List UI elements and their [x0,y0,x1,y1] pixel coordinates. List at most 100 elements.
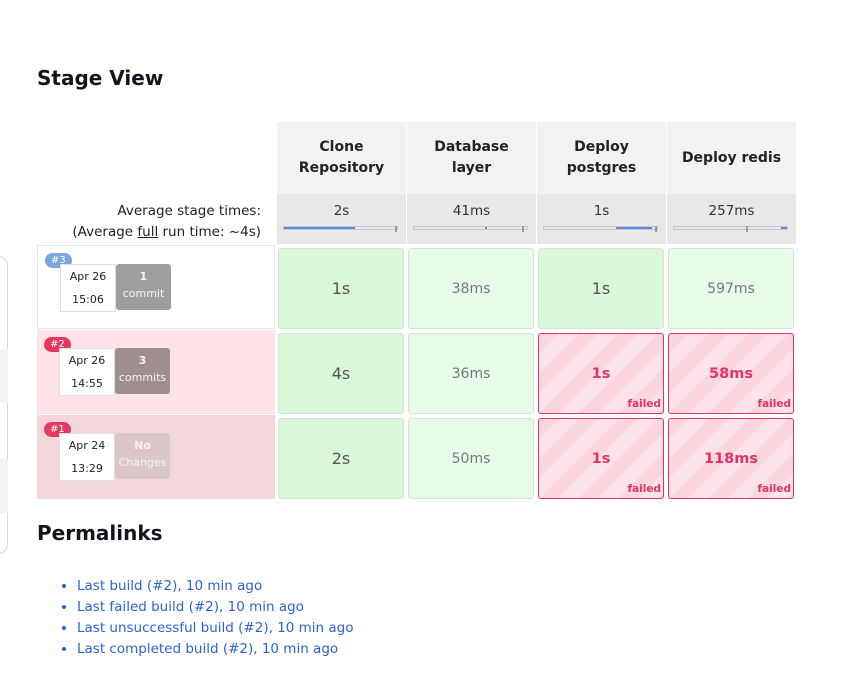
stage-failed-label: failed [627,483,662,495]
stage-cell-success[interactable]: 597ms [668,248,794,329]
avg-time-bar-mark [654,226,657,232]
permalinks-title: Permalinks [37,521,163,545]
stage-header-line1: Database [434,139,509,155]
build-date-time: 14:55 [71,377,103,390]
permalink-item: Last unsuccessful build (#2), 10 min ago [77,618,354,639]
avg-time-deploy-postgres: 1s [536,194,666,244]
stage-cell-success[interactable]: 36ms [408,333,534,414]
permalink-last-failed-build[interactable]: Last failed build (#2), 10 min ago [77,599,304,615]
build-date-time: 13:29 [71,462,103,475]
stage-duration: 1s [591,279,611,298]
build-date-day: Apr 24 [68,439,106,452]
avg-time-bar [543,226,658,232]
build-date: Apr 26 14:55 [59,348,115,396]
stage-failed-label: failed [757,483,792,495]
stage-header-database-layer: Database layer [406,122,536,194]
stage-header-line1: Deploy redis [681,149,782,166]
stage-failed-label: failed [627,398,662,410]
stage-duration: 2s [331,449,351,468]
stage-header-line1: Deploy [574,139,629,155]
build-date: Apr 26 15:06 [60,264,116,312]
build-row-3[interactable]: #3 Apr 26 15:06 1 commit [37,245,275,329]
stage-duration: 597ms [707,280,755,297]
stage-duration: 4s [331,364,351,383]
permalink-last-unsuccessful-build[interactable]: Last unsuccessful build (#2), 10 min ago [77,620,354,636]
avg-time-database-layer: 41ms [406,194,536,244]
stage-cell-failed[interactable]: 1s failed [538,333,664,414]
commit-count: 1 [139,270,148,283]
stage-cell-success[interactable]: 2s [278,418,404,499]
avg-time-bar-mark [746,226,749,232]
stage-cell-success[interactable]: 1s [538,248,664,329]
avg-time-bar-fill [616,227,653,229]
permalink-last-completed-build[interactable]: Last completed build (#2), 10 min ago [77,641,338,657]
avg-time-deploy-redis: 257ms [666,194,796,244]
avg-time-bar-fill [284,227,356,229]
avg-label-suffix: run time: ~4s) [158,224,261,240]
permalinks-list: Last build (#2), 10 min ago Last failed … [77,576,354,660]
build-changes[interactable]: 1 commit [116,264,171,310]
avg-label-line2: (Average full run time: ~4s) [37,222,261,243]
build-date-day: Apr 26 [68,354,106,367]
stage-cell-success[interactable]: 1s [278,248,404,329]
avg-time-bar-fill [485,227,488,229]
avg-time-bar-fill [781,227,787,229]
build-date: Apr 24 13:29 [59,433,115,481]
stage-header-line2: postgres [566,160,637,176]
stage-duration: 36ms [451,365,491,382]
stage-header-deploy-postgres: Deploy postgres [536,122,666,194]
avg-time-bar [413,226,528,232]
stage-duration: 1s [591,365,611,382]
stage-cell-failed[interactable]: 118ms failed [668,418,794,499]
build-date-time: 15:06 [72,293,104,306]
stage-view-title: Stage View [37,66,164,90]
build-row-2[interactable]: #2 Apr 26 14:55 3 commits [37,330,275,414]
side-panel-row [0,459,8,513]
stage-duration: 1s [331,279,351,298]
avg-full-link[interactable]: full [137,224,158,240]
stage-header-line1: Clone [319,139,364,155]
build-date-day: Apr 26 [69,270,107,283]
stage-duration: 58ms [709,365,753,382]
stage-header-line2: Repository [298,160,385,176]
permalink-item: Last failed build (#2), 10 min ago [77,597,354,618]
avg-time-value: 1s [593,203,610,219]
avg-time-bar [673,226,788,232]
average-stage-times-label: Average stage times: (Average full run t… [37,194,275,244]
commit-label: commits [118,371,167,384]
stage-cell-success[interactable]: 50ms [408,418,534,499]
stage-header-clone-repository: Clone Repository [276,122,406,194]
stage-header-line2: layer [451,160,492,176]
avg-time-bar [283,226,398,232]
build-changes[interactable]: No Changes [115,433,170,479]
stage-duration: 50ms [451,450,491,467]
permalink-item: Last completed build (#2), 10 min ago [77,639,354,660]
commit-count: No [134,439,151,452]
avg-time-value: 41ms [452,203,491,219]
side-panel-edge [0,256,8,554]
avg-time-clone-repository: 2s [276,194,406,244]
build-row-1[interactable]: #1 Apr 24 13:29 No Changes [37,415,275,499]
stage-duration: 1s [591,450,611,467]
stage-duration: 38ms [451,280,491,297]
stage-duration: 118ms [703,450,758,467]
avg-time-bar-mark [522,226,525,232]
stage-header-deploy-redis: Deploy redis [666,122,796,194]
stage-cell-failed[interactable]: 1s failed [538,418,664,499]
permalink-item: Last build (#2), 10 min ago [77,576,354,597]
side-panel-row [0,349,8,403]
commit-label: commit [122,287,165,300]
avg-time-value: 257ms [708,203,755,219]
permalink-last-build[interactable]: Last build (#2), 10 min ago [77,578,262,594]
avg-time-value: 2s [333,203,350,219]
stage-cell-success[interactable]: 38ms [408,248,534,329]
stage-cell-success[interactable]: 4s [278,333,404,414]
avg-time-bar-mark [394,226,397,232]
stage-failed-label: failed [757,398,792,410]
commit-label: Changes [118,456,167,469]
avg-label-line1: Average stage times: [117,203,261,219]
avg-label-prefix: (Average [72,224,138,240]
build-changes[interactable]: 3 commits [115,348,170,394]
commit-count: 3 [138,354,147,367]
stage-cell-failed[interactable]: 58ms failed [668,333,794,414]
